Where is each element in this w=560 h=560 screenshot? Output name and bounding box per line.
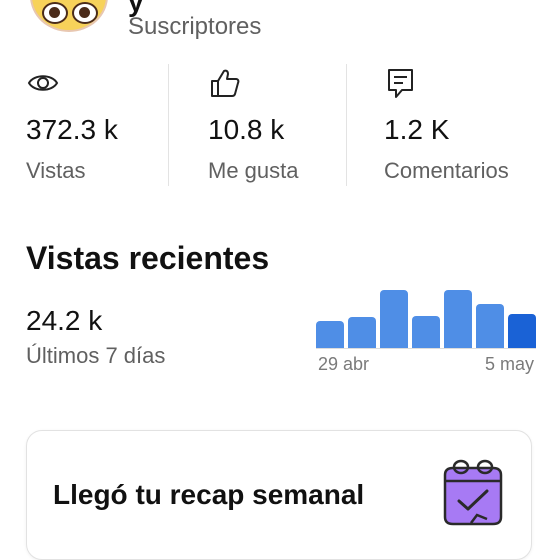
avatar[interactable] — [30, 0, 108, 32]
recent-views-title: Vistas recientes — [26, 240, 270, 276]
stat-comments-value: 1.2 K — [384, 114, 450, 145]
stat-comments[interactable]: 1.2 K Comentarios — [384, 62, 544, 186]
chart-bar — [380, 290, 408, 348]
recent-views-value: 24.2 k — [26, 305, 103, 336]
chart-bar — [508, 314, 536, 348]
chart-bar — [316, 321, 344, 348]
eye-icon — [26, 66, 60, 100]
channel-header: y Suscriptores — [0, 0, 560, 50]
comment-icon — [384, 66, 418, 100]
stat-views[interactable]: 372.3 k Vistas — [26, 62, 166, 186]
chart-bar — [476, 304, 504, 348]
stat-views-label: Vistas — [26, 158, 86, 183]
recap-text: Llegó tu recap semanal — [53, 479, 365, 510]
chart-bars — [316, 290, 536, 348]
stats-row: 372.3 k Vistas 10.8 k Me gusta 1.2 K Com… — [0, 62, 560, 186]
stat-likes-label: Me gusta — [208, 158, 299, 183]
stat-comments-label: Comentarios — [384, 158, 509, 183]
subscribers-label: Suscriptores — [128, 13, 262, 40]
calendar-check-icon — [437, 457, 509, 529]
stat-views-value: 372.3 k — [26, 114, 118, 145]
weekly-recap-card[interactable]: Llegó tu recap semanal — [26, 430, 532, 560]
chart-bar — [348, 317, 376, 348]
chart-baseline — [316, 348, 536, 349]
divider — [168, 64, 169, 186]
chart-bar — [444, 290, 472, 348]
stat-likes-value: 10.8 k — [208, 114, 285, 145]
thumbs-up-icon — [208, 66, 242, 100]
stat-likes[interactable]: 10.8 k Me gusta — [208, 62, 348, 186]
recent-views-period: Últimos 7 días — [26, 343, 166, 368]
divider — [346, 64, 347, 186]
chart-bar — [412, 316, 440, 348]
avatar-eye-right — [72, 2, 98, 24]
chart-date-start: 29 abr — [318, 354, 370, 374]
recent-views-chart[interactable]: 29 abr 5 may — [316, 290, 536, 378]
chart-date-end: 5 may — [484, 354, 534, 374]
avatar-eye-left — [42, 2, 68, 24]
